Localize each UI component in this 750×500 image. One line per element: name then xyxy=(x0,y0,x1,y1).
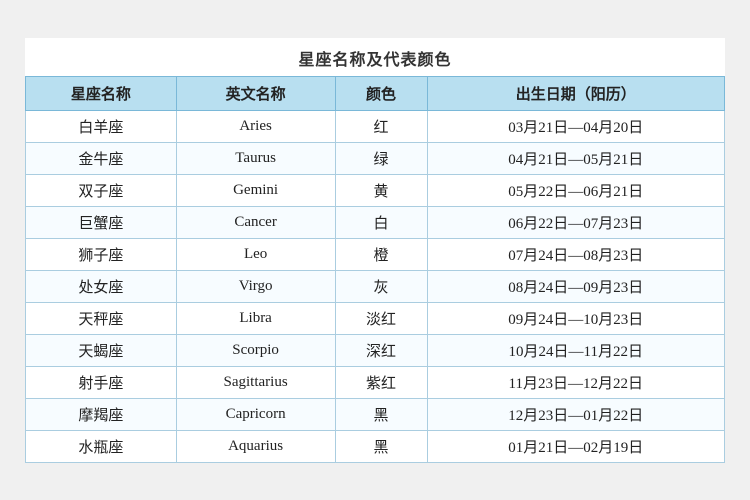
table-cell: 白 xyxy=(335,206,427,238)
table-cell: Cancer xyxy=(176,206,335,238)
table-cell: 摩羯座 xyxy=(26,398,177,430)
table-cell: 黑 xyxy=(335,430,427,462)
table-cell: 紫红 xyxy=(335,366,427,398)
table-cell: 11月23日—12月22日 xyxy=(427,366,725,398)
table-cell: 巨蟹座 xyxy=(26,206,177,238)
table-cell: Virgo xyxy=(176,270,335,302)
header-color: 颜色 xyxy=(335,76,427,110)
table-cell: 天蝎座 xyxy=(26,334,177,366)
table-cell: 05月22日—06月21日 xyxy=(427,174,725,206)
table-cell: 淡红 xyxy=(335,302,427,334)
table-cell: 03月21日—04月20日 xyxy=(427,110,725,142)
table-cell: 04月21日—05月21日 xyxy=(427,142,725,174)
table-cell: 射手座 xyxy=(26,366,177,398)
table-cell: 双子座 xyxy=(26,174,177,206)
table-cell: 处女座 xyxy=(26,270,177,302)
table-cell: Gemini xyxy=(176,174,335,206)
table-row: 双子座Gemini黄05月22日—06月21日 xyxy=(26,174,725,206)
table-cell: Scorpio xyxy=(176,334,335,366)
table-row: 摩羯座Capricorn黑12月23日—01月22日 xyxy=(26,398,725,430)
table-row: 天秤座Libra淡红09月24日—10月23日 xyxy=(26,302,725,334)
header-english: 英文名称 xyxy=(176,76,335,110)
table-cell: 06月22日—07月23日 xyxy=(427,206,725,238)
page-title: 星座名称及代表颜色 xyxy=(25,38,725,76)
table-header-row: 星座名称 英文名称 颜色 出生日期（阳历） xyxy=(26,76,725,110)
table-row: 白羊座Aries红03月21日—04月20日 xyxy=(26,110,725,142)
table-cell: 橙 xyxy=(335,238,427,270)
table-cell: 黑 xyxy=(335,398,427,430)
table-cell: Aquarius xyxy=(176,430,335,462)
table-cell: 10月24日—11月22日 xyxy=(427,334,725,366)
table-cell: 狮子座 xyxy=(26,238,177,270)
table-cell: Leo xyxy=(176,238,335,270)
table-cell: 深红 xyxy=(335,334,427,366)
table-cell: 07月24日—08月23日 xyxy=(427,238,725,270)
main-container: 星座名称及代表颜色 星座名称 英文名称 颜色 出生日期（阳历） 白羊座Aries… xyxy=(25,38,725,463)
table-cell: Capricorn xyxy=(176,398,335,430)
table-cell: 01月21日—02月19日 xyxy=(427,430,725,462)
table-row: 水瓶座Aquarius黑01月21日—02月19日 xyxy=(26,430,725,462)
zodiac-table: 星座名称 英文名称 颜色 出生日期（阳历） 白羊座Aries红03月21日—04… xyxy=(25,76,725,463)
table-cell: Taurus xyxy=(176,142,335,174)
table-cell: 天秤座 xyxy=(26,302,177,334)
table-cell: 水瓶座 xyxy=(26,430,177,462)
table-cell: Libra xyxy=(176,302,335,334)
table-row: 处女座Virgo灰08月24日—09月23日 xyxy=(26,270,725,302)
table-row: 天蝎座Scorpio深红10月24日—11月22日 xyxy=(26,334,725,366)
table-cell: Sagittarius xyxy=(176,366,335,398)
table-cell: 09月24日—10月23日 xyxy=(427,302,725,334)
table-cell: 12月23日—01月22日 xyxy=(427,398,725,430)
table-cell: 08月24日—09月23日 xyxy=(427,270,725,302)
table-cell: 灰 xyxy=(335,270,427,302)
table-row: 巨蟹座Cancer白06月22日—07月23日 xyxy=(26,206,725,238)
table-cell: Aries xyxy=(176,110,335,142)
table-row: 狮子座Leo橙07月24日—08月23日 xyxy=(26,238,725,270)
table-cell: 绿 xyxy=(335,142,427,174)
table-cell: 黄 xyxy=(335,174,427,206)
header-chinese: 星座名称 xyxy=(26,76,177,110)
table-row: 射手座Sagittarius紫红11月23日—12月22日 xyxy=(26,366,725,398)
table-cell: 金牛座 xyxy=(26,142,177,174)
table-cell: 红 xyxy=(335,110,427,142)
table-cell: 白羊座 xyxy=(26,110,177,142)
header-date: 出生日期（阳历） xyxy=(427,76,725,110)
table-row: 金牛座Taurus绿04月21日—05月21日 xyxy=(26,142,725,174)
